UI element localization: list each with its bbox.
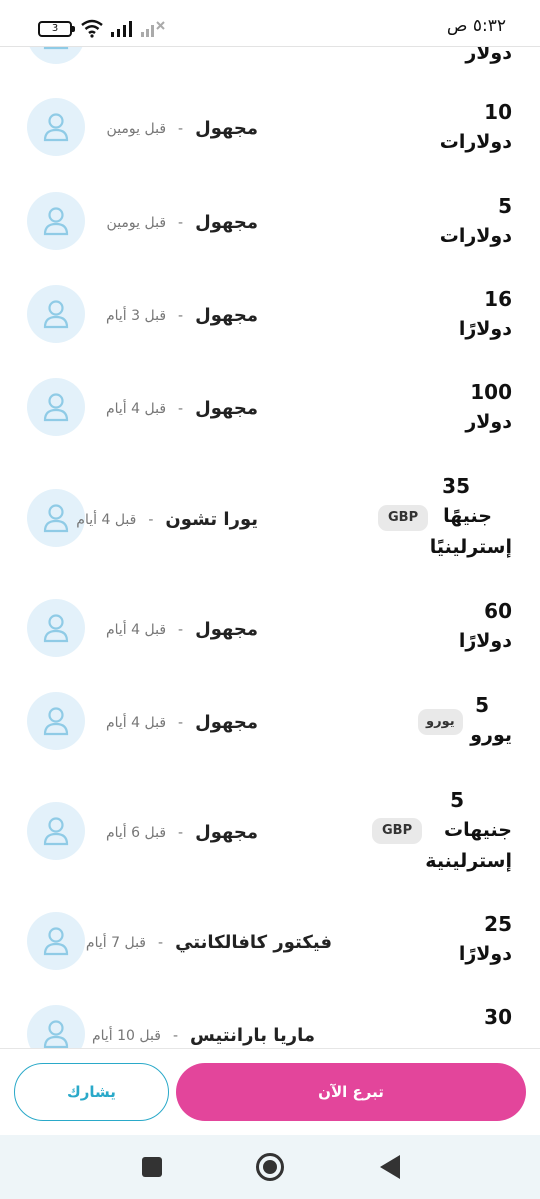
donation-currency: دولارًا	[458, 943, 512, 965]
separator: -	[158, 934, 164, 951]
donation-time: قبل 4 أيام	[105, 714, 167, 731]
avatar	[27, 98, 85, 156]
donor-name: يورا تشون	[165, 509, 258, 530]
currency-badge: GBP	[378, 505, 429, 531]
separator: -	[178, 621, 184, 638]
share-button[interactable]: يشارك	[14, 1063, 169, 1121]
donation-amount-value: 5	[475, 693, 489, 717]
donation-currency: دولارًا	[458, 630, 512, 652]
donor-name: مجهول	[195, 712, 258, 733]
user-icon	[43, 300, 69, 329]
donation-currency: جنيهات	[444, 819, 512, 841]
donation-amount-value: 10	[484, 100, 512, 124]
separator: -	[178, 307, 184, 324]
separator: -	[172, 1027, 178, 1044]
donation-time: قبل 4 أيام	[105, 621, 167, 638]
donor-name: مجهول	[195, 398, 258, 419]
battery-icon: 3	[38, 21, 75, 37]
donor-name: مجهول	[195, 212, 258, 233]
avatar	[27, 1005, 85, 1048]
no-signal-icon	[141, 21, 165, 37]
donation-amount-value: 5	[498, 194, 512, 218]
user-icon	[43, 614, 69, 643]
donor-name: مجهول	[195, 619, 258, 640]
donation-time: قبل 4 أيام	[105, 400, 167, 417]
donation-time: قبل 4 أيام	[76, 511, 137, 528]
donation-time: قبل 7 أيام	[85, 934, 146, 951]
avatar	[27, 692, 85, 750]
donation-amount: 16 دولارًا	[459, 284, 512, 345]
currency-badge: GBP	[372, 818, 423, 844]
user-icon	[43, 1020, 69, 1048]
avatar	[27, 599, 85, 657]
donation-amount: 35 جنيهًا إسترلينيًا	[430, 471, 512, 563]
avatar	[27, 285, 85, 343]
user-icon	[43, 504, 69, 533]
donation-time: قبل يومين	[106, 120, 167, 137]
donation-currency: جنيهًا	[443, 505, 492, 527]
currency-badge: يورو	[418, 709, 463, 735]
separator: -	[178, 824, 184, 841]
donation-currency-line2: إسترلينيًا	[429, 536, 512, 558]
separator: -	[178, 214, 184, 231]
donation-currency: دولار	[465, 411, 512, 433]
system-nav-bar	[0, 1135, 540, 1199]
avatar	[27, 802, 85, 860]
user-icon	[43, 817, 69, 846]
donation-currency: دولارًا	[458, 318, 512, 340]
donor-name: مجهول	[195, 822, 258, 843]
donation-amount: 5 جنيهات إسترلينية	[425, 785, 512, 877]
separator: -	[178, 120, 184, 137]
donation-amount: 30	[484, 1002, 512, 1032]
donation-amount-value: 30	[484, 1005, 512, 1029]
user-icon	[43, 707, 69, 736]
donation-currency-line2: إسترلينية	[425, 850, 512, 872]
signal-icon	[111, 21, 132, 37]
donation-time: قبل 3 أيام	[105, 307, 167, 324]
donate-now-button[interactable]: تبرع الآن	[176, 1063, 526, 1121]
avatar	[27, 912, 85, 970]
donation-amount: 5 دولارات	[440, 191, 512, 252]
donor-name: فيكتور كافالكانتي	[175, 932, 332, 953]
avatar	[27, 192, 85, 250]
donation-amount: 60 دولارًا	[459, 596, 512, 657]
home-button[interactable]	[256, 1153, 284, 1181]
user-icon	[43, 207, 69, 236]
user-icon	[43, 113, 69, 142]
divider	[0, 46, 540, 47]
donation-currency: دولارات	[439, 131, 512, 153]
donation-amount: 100 دولار	[465, 377, 512, 438]
separator: -	[178, 400, 184, 417]
donation-amount-value: 35	[442, 474, 470, 498]
donation-time: قبل 6 أيام	[105, 824, 167, 841]
back-button[interactable]	[380, 1155, 400, 1179]
donation-amount: 10 دولارات	[440, 97, 512, 158]
donations-list[interactable]: دولار مجهول - قبل يومين 10 دولارات مجهول…	[0, 0, 540, 1048]
donation-amount: 5 يورو	[470, 690, 512, 751]
status-bar: 3 ٥:٣٢ ص	[0, 0, 540, 46]
wifi-icon	[81, 19, 103, 38]
donor-name: مجهول	[195, 305, 258, 326]
user-icon	[43, 927, 69, 956]
avatar	[27, 378, 85, 436]
donation-amount-value: 60	[484, 599, 512, 623]
donation-amount-value: 25	[484, 912, 512, 936]
donor-name: مجهول	[195, 118, 258, 139]
donation-amount-value: 5	[450, 788, 464, 812]
donation-currency: دولارات	[439, 225, 512, 247]
donation-time: قبل 10 أيام	[91, 1027, 161, 1044]
recent-apps-button[interactable]	[142, 1157, 162, 1177]
donation-amount: 25 دولارًا	[459, 909, 512, 970]
donor-name: ماريا بارانتيس	[190, 1025, 315, 1046]
donation-currency: يورو	[470, 724, 512, 746]
user-icon	[43, 393, 69, 422]
donation-amount-value: 16	[484, 287, 512, 311]
separator: -	[148, 511, 154, 528]
status-time: ٥:٣٢ ص	[446, 16, 506, 36]
donation-amount-value: 100	[470, 380, 512, 404]
donation-time: قبل يومين	[106, 214, 167, 231]
action-bar: يشارك تبرع الآن	[0, 1048, 540, 1135]
separator: -	[178, 714, 184, 731]
